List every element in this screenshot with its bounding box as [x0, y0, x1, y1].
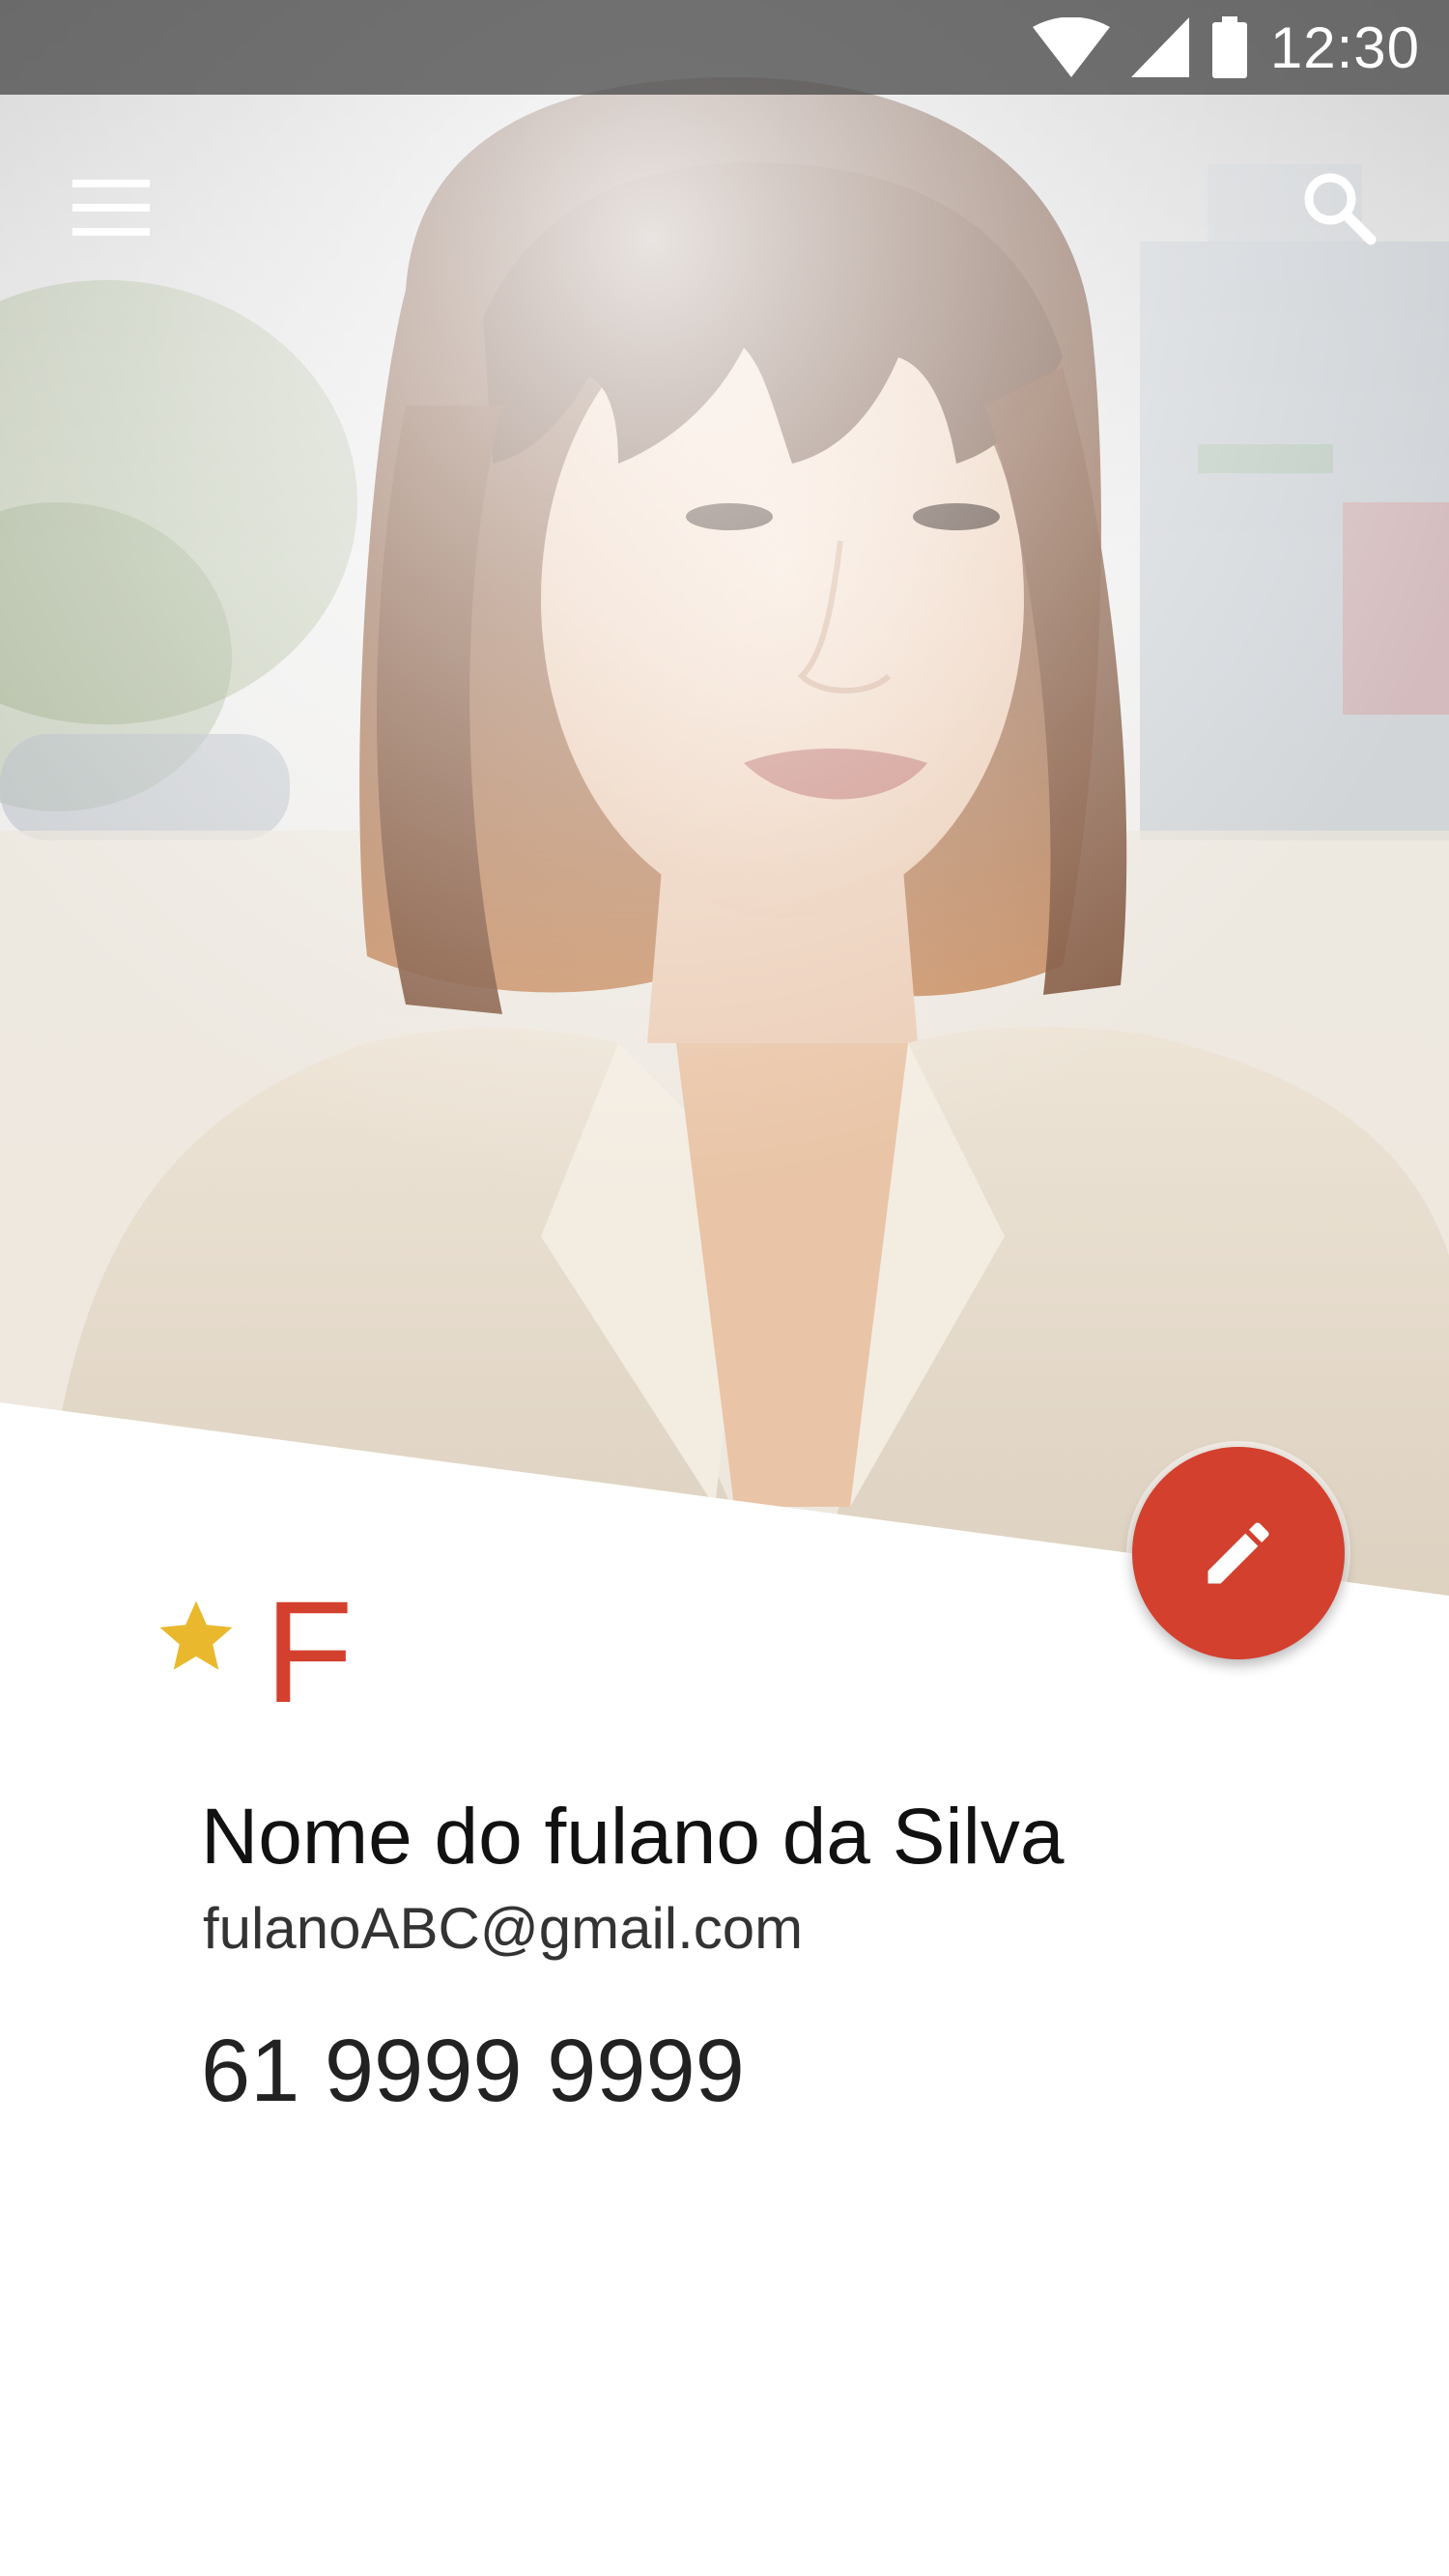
- search-button[interactable]: [1285, 158, 1391, 255]
- edit-contact-button[interactable]: [1132, 1447, 1345, 1659]
- battery-icon: [1211, 16, 1247, 78]
- favorite-star-icon[interactable]: [153, 1594, 240, 1681]
- status-icons: 12:30: [1032, 0, 1420, 95]
- menu-button[interactable]: [58, 164, 164, 251]
- wifi-icon: [1032, 17, 1110, 77]
- status-bar: 12:30: [0, 0, 1449, 95]
- contact-detail-screen: 12:30 F Nome do fulano da Silva fulanoAB…: [0, 0, 1449, 2576]
- edit-pencil-icon: [1208, 1522, 1269, 1584]
- status-time: 12:30: [1269, 14, 1420, 80]
- contact-email[interactable]: fulanoABC@gmail.com: [203, 1895, 803, 1962]
- cellular-signal-icon: [1130, 17, 1189, 77]
- favorite-initial-row: F: [153, 1579, 354, 1724]
- contact-phone[interactable]: 61 9999 9999: [201, 2021, 745, 2122]
- hamburger-menu-icon: [72, 180, 150, 236]
- contact-initial: F: [265, 1571, 354, 1733]
- app-bar: [0, 95, 1449, 326]
- search-icon: [1304, 173, 1377, 245]
- contact-name: Nome do fulano da Silva: [201, 1793, 1065, 1881]
